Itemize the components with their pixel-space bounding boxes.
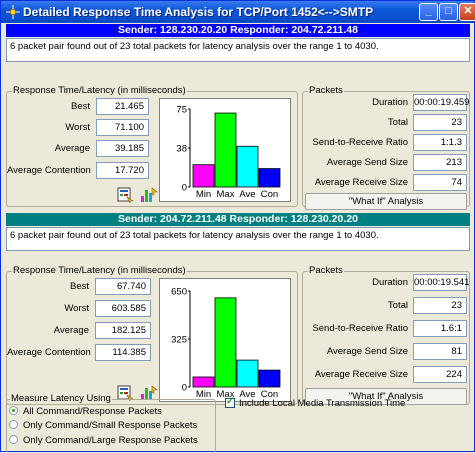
send-size-label: Average Send Size bbox=[326, 157, 408, 168]
contention-value[interactable]: 114.385 bbox=[95, 344, 151, 361]
close-button[interactable]: ✕ bbox=[459, 3, 475, 21]
contention-value[interactable]: 17.720 bbox=[96, 162, 149, 179]
maximize-icon: □ bbox=[445, 5, 452, 17]
bar-max bbox=[214, 112, 237, 188]
checkbox[interactable] bbox=[225, 396, 235, 408]
ratio-label: Send-to-Receive Ratio bbox=[312, 323, 408, 334]
worst-label: Worst bbox=[64, 303, 89, 314]
section2-packets-group: Packets Duration 00:00:19.541 Total 23 S… bbox=[302, 265, 470, 405]
packets-group-title: Packets bbox=[308, 85, 344, 96]
bar-ave bbox=[236, 145, 259, 188]
duration-value[interactable]: 00:00:19.459 bbox=[413, 94, 469, 111]
radio-label: Only Command/Large Response Packets bbox=[23, 435, 198, 446]
duration-label: Duration bbox=[372, 97, 408, 108]
duration-value[interactable]: 00:00:19.541 bbox=[413, 274, 469, 291]
receive-size-label: Average Receive Size bbox=[314, 369, 408, 380]
ratio-value[interactable]: 1.6:1 bbox=[413, 320, 467, 337]
duration-label: Duration bbox=[372, 277, 408, 288]
send-size-value[interactable]: 213 bbox=[413, 154, 467, 171]
send-size-value[interactable]: 81 bbox=[413, 343, 467, 360]
best-value[interactable]: 21.465 bbox=[96, 98, 149, 115]
y-tick-label: 650 bbox=[171, 287, 187, 298]
average-label: Average bbox=[53, 325, 89, 336]
x-tick-label: Min bbox=[196, 189, 211, 200]
receive-size-value[interactable]: 74 bbox=[413, 174, 467, 191]
contention-label: Average Contention bbox=[7, 165, 91, 176]
section1-header: Sender: 128.230.20.20 Responder: 204.72.… bbox=[6, 24, 470, 37]
y-tick-label: 38 bbox=[176, 144, 187, 155]
radio-button[interactable] bbox=[9, 406, 18, 415]
radio-button[interactable] bbox=[9, 435, 18, 444]
radio-button[interactable] bbox=[9, 420, 18, 429]
receive-size-label: Average Receive Size bbox=[314, 177, 408, 188]
maximize-button[interactable]: □ bbox=[439, 3, 458, 21]
network-icon bbox=[6, 5, 20, 19]
title-bar[interactable]: Detailed Response Time Analysis for TCP/… bbox=[1, 1, 475, 23]
bar-ave bbox=[236, 359, 259, 388]
whatif-button[interactable]: "What If" Analysis bbox=[305, 193, 467, 210]
measure-latency-title: Measure Latency Using bbox=[10, 393, 112, 404]
section2-latency-group: Response Time/Latency (in milliseconds) … bbox=[6, 265, 298, 405]
checkbox-label: Include Local Media Transmission Time bbox=[239, 398, 406, 409]
bar-min bbox=[192, 376, 215, 388]
total-value[interactable]: 23 bbox=[413, 297, 467, 314]
best-value[interactable]: 67.740 bbox=[95, 278, 151, 295]
window-title: Detailed Response Time Analysis for TCP/… bbox=[23, 5, 374, 19]
minimize-button[interactable]: _ bbox=[419, 3, 438, 21]
x-tick-label: Max bbox=[217, 189, 235, 200]
worst-value[interactable]: 71.100 bbox=[96, 119, 149, 136]
bar-max bbox=[214, 297, 237, 388]
ratio-value[interactable]: 1:1.3 bbox=[413, 134, 467, 151]
latency-group-title: Response Time/Latency (in milliseconds) bbox=[12, 265, 187, 276]
radio-label: All Command/Response Packets bbox=[23, 406, 162, 417]
section1-packets-group: Packets Duration 00:00:19.459 Total 23 S… bbox=[302, 85, 470, 210]
latency-group-title: Response Time/Latency (in milliseconds) bbox=[12, 85, 187, 96]
total-label: Total bbox=[387, 117, 408, 128]
total-value[interactable]: 23 bbox=[413, 114, 467, 131]
best-label: Best bbox=[69, 281, 89, 292]
close-icon: ✕ bbox=[463, 5, 473, 17]
receive-size-value[interactable]: 224 bbox=[413, 366, 467, 383]
worst-value[interactable]: 603.585 bbox=[95, 300, 151, 317]
send-size-label: Average Send Size bbox=[326, 346, 408, 357]
contention-label: Average Contention bbox=[7, 347, 91, 358]
section1-message[interactable]: 6 packet pair found out of 23 total pack… bbox=[6, 38, 470, 62]
chart-export-icon[interactable] bbox=[140, 186, 158, 204]
radio-small-response[interactable]: Only Command/Small Response Packets bbox=[9, 420, 197, 431]
x-tick-label: Ave bbox=[239, 189, 255, 200]
bar-con bbox=[258, 369, 281, 388]
section1-latency-group: Response Time/Latency (in milliseconds) … bbox=[6, 85, 298, 207]
analysis-window: Detailed Response Time Analysis for TCP/… bbox=[0, 0, 475, 453]
minimize-icon: _ bbox=[425, 5, 432, 17]
x-tick-label: Con bbox=[261, 189, 278, 200]
report-icon[interactable] bbox=[117, 186, 135, 204]
radio-large-response[interactable]: Only Command/Large Response Packets bbox=[9, 435, 198, 446]
bar-min bbox=[192, 164, 215, 188]
include-local-checkbox[interactable]: Include Local Media Transmission Time bbox=[225, 396, 406, 409]
ratio-label: Send-to-Receive Ratio bbox=[312, 137, 408, 148]
radio-all-packets[interactable]: All Command/Response Packets bbox=[9, 406, 162, 417]
y-tick-label: 0 bbox=[182, 183, 187, 194]
radio-label: Only Command/Small Response Packets bbox=[23, 420, 198, 431]
section2-message[interactable]: 6 packet pair found out of 23 total pack… bbox=[6, 227, 470, 251]
average-label: Average bbox=[54, 143, 90, 154]
y-tick-label: 0 bbox=[182, 383, 187, 394]
y-tick-label: 75 bbox=[176, 105, 187, 116]
worst-label: Worst bbox=[65, 122, 90, 133]
total-label: Total bbox=[387, 300, 408, 311]
bar-con bbox=[258, 168, 281, 188]
best-label: Best bbox=[70, 101, 90, 112]
average-value[interactable]: 182.125 bbox=[95, 322, 151, 339]
section2-header: Sender: 204.72.211.48 Responder: 128.230… bbox=[6, 213, 470, 226]
section1-bar-chart: 75 38 0 Min Max Ave Con bbox=[159, 98, 291, 202]
average-value[interactable]: 39.185 bbox=[96, 140, 149, 157]
section2-bar-chart: 650 325 0 Min Max Ave Con bbox=[159, 278, 291, 402]
packets-group-title: Packets bbox=[308, 265, 344, 276]
y-tick-label: 325 bbox=[171, 335, 187, 346]
